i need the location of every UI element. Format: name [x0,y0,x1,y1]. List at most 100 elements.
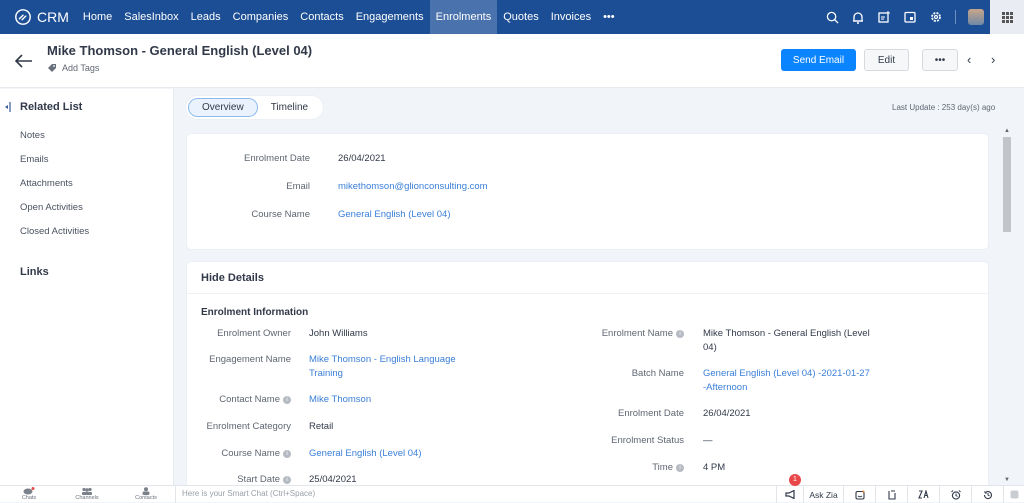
notification-badge: 1 [789,474,801,486]
nav-item-home[interactable]: Home [77,0,118,34]
contact-icon [142,487,150,495]
tab-timeline[interactable]: Timeline [258,99,321,116]
field-value[interactable]: General English (Level 04) [309,447,479,461]
gear-icon[interactable] [929,10,943,24]
field-label-text: Contact Name [219,394,280,405]
related-list-sidebar: Related List Notes Emails Attachments Op… [0,89,174,485]
field-value[interactable]: General English (Level 04) -2021-01-27 -… [703,367,873,395]
field-label: Enrolment Category [187,420,291,434]
related-list-heading: Related List [20,101,83,113]
nav-item-quotes[interactable]: Quotes [497,0,544,34]
field-value: Mike Thomson - General English (Level 04… [703,328,870,353]
search-icon[interactable] [825,10,839,24]
scrollbar-thumb[interactable] [1003,137,1011,232]
nav-item-engagements[interactable]: Engagements [350,0,430,34]
field-label: Enrolment Status [567,434,684,448]
collapse-sidebar-icon[interactable] [5,102,11,112]
info-icon[interactable]: i [676,464,684,472]
edit-button[interactable]: Edit [864,49,909,71]
nav-item-contacts[interactable]: Contacts [294,0,349,34]
field-label: Course Name i [187,447,291,461]
announcements-button[interactable] [776,486,803,503]
field-value: — [703,435,713,446]
field-label: Enrolment Name i [567,327,684,341]
tasks-button[interactable] [875,486,907,503]
nav-item-leads[interactable]: Leads [185,0,227,34]
summary-label: Course Name [251,209,310,220]
field-label: Enrolment Date [567,407,684,421]
translate-icon [918,490,929,499]
translate-button[interactable] [907,486,939,503]
chat-icon [23,487,35,495]
ask-zia-button[interactable]: Ask Zia [803,486,843,503]
previous-record-button[interactable]: ‹ [967,52,971,67]
add-note-icon[interactable] [877,10,891,24]
send-email-button[interactable]: Send Email [781,49,856,71]
calendar-icon[interactable] [903,10,917,24]
field-label-text: Course Name [221,448,280,459]
feedback-button[interactable] [843,486,875,503]
scroll-down-icon[interactable]: ▼ [1004,477,1010,483]
summary-label: Email [286,181,310,192]
nav-item-companies[interactable]: Companies [227,0,295,34]
field-value[interactable]: Mike Thomson [309,393,479,407]
sidebar-item-attachments[interactable]: Attachments [20,178,73,189]
field-value: 26/04/2021 [703,408,751,419]
field-label-text: Time [652,462,673,473]
apps-grid-button[interactable] [990,0,1024,34]
sidebar-item-notes[interactable]: Notes [20,130,45,141]
chats-button[interactable]: Chats [0,487,58,501]
add-tags-label: Add Tags [62,63,100,73]
channels-button[interactable]: Channels [58,487,116,501]
add-tags-link[interactable]: Add Tags [47,63,99,73]
details-card: Hide Details Enrolment Information Enrol… [187,262,988,492]
task-icon [887,490,896,500]
nav-item-enrolments[interactable]: Enrolments [429,0,498,34]
smiley-chart-icon [854,490,865,500]
info-icon[interactable]: i [283,476,291,484]
sidebar-links-heading[interactable]: Links [20,266,49,278]
nav-more-button[interactable]: ••• [597,0,621,34]
grid-icon [1001,11,1013,23]
record-title: Mike Thomson - General English (Level 04… [47,43,313,58]
bell-icon[interactable] [851,10,865,24]
face-icon [1010,490,1018,499]
crm-logo[interactable]: CRM [14,8,69,26]
field-label-text: Enrolment Category [206,421,291,432]
section-title: Enrolment Information [201,307,309,318]
info-icon[interactable]: i [283,450,291,458]
field-label: Batch Name [567,367,684,381]
tab-overview[interactable]: Overview [188,98,258,117]
nav-item-invoices[interactable]: Invoices [545,0,597,34]
bottom-bar: Chats Channels Contacts Here is your Sma… [0,485,1024,503]
info-icon[interactable]: i [283,396,291,404]
alarm-clock-icon [950,489,961,500]
sidebar-item-emails[interactable]: Emails [20,154,49,165]
user-avatar[interactable] [968,9,984,25]
hide-details-toggle[interactable]: Hide Details [201,272,264,284]
scroll-up-icon[interactable]: ▲ [1004,128,1010,134]
summary-value-enrolment-date: 26/04/2021 [338,153,386,164]
field-label-text: Enrolment Name [601,328,673,339]
summary-value-course-name[interactable]: General English (Level 04) [338,208,450,222]
next-record-button[interactable]: › [991,52,995,67]
back-arrow-icon[interactable] [14,52,34,70]
info-icon[interactable]: i [676,330,684,338]
recent-history-button[interactable] [971,486,1003,503]
field-label: Enrolment Owner [187,327,291,341]
field-value: Retail [309,421,334,432]
alarm-button[interactable] [939,486,971,503]
field-value[interactable]: Mike Thomson - English Language Training [309,353,479,381]
sidebar-item-closed-activities[interactable]: Closed Activities [20,226,89,237]
vertical-scrollbar[interactable]: ▲ ▼ [1002,128,1012,486]
field-label-text: Batch Name [631,368,684,379]
sidebar-item-open-activities[interactable]: Open Activities [20,202,83,213]
contacts-button[interactable]: Contacts [117,487,175,501]
emoji-button[interactable] [1003,486,1024,503]
smart-chat-input[interactable]: Here is your Smart Chat (Ctrl+Space) [175,486,775,503]
nav-item-salesinbox[interactable]: SalesInbox [118,0,184,34]
crm-logo-text: CRM [37,9,69,25]
more-actions-button[interactable]: ••• [922,49,958,71]
field-label-text: Engagement Name [209,354,291,365]
summary-value-email[interactable]: mikethomson@glionconsulting.com [338,180,488,194]
